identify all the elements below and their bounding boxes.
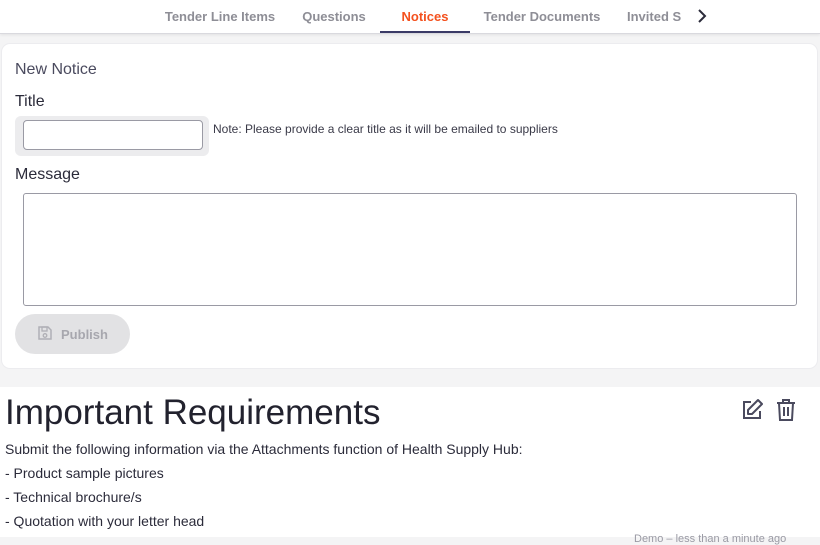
title-note: Note: Please provide a clear title as it… (213, 122, 558, 136)
new-notice-card: New Notice Title Note: Please provide a … (2, 44, 817, 368)
save-icon (37, 325, 53, 344)
chevron-right-icon[interactable] (691, 4, 713, 28)
publish-button[interactable]: Publish (15, 314, 130, 354)
publish-label: Publish (61, 326, 108, 342)
tab-tender-line-items[interactable]: Tender Line Items (155, 0, 285, 33)
notice-body: Submit the following information via the… (5, 437, 523, 533)
edit-icon[interactable] (739, 397, 765, 423)
title-label: Title (15, 93, 45, 110)
title-field-wrapper (15, 116, 209, 156)
title-input[interactable] (23, 120, 203, 150)
tab-bar: Tender Line Items Questions Notices Tend… (0, 0, 820, 34)
tab-invited-suppliers[interactable]: Invited S (627, 0, 689, 33)
notice-line: Submit the following information via the… (5, 441, 523, 457)
notice-meta: Demo – less than a minute ago (634, 533, 787, 545)
tab-notices[interactable]: Notices (380, 0, 470, 33)
tab-questions[interactable]: Questions (290, 0, 378, 33)
notice-line: - Quotation with your letter head (5, 513, 205, 529)
trash-icon[interactable] (773, 397, 799, 423)
notice-card: Important Requirements Submit the follow… (0, 387, 820, 545)
tab-tender-documents[interactable]: Tender Documents (474, 0, 610, 33)
notice-line: - Technical brochure/s (5, 489, 142, 505)
message-label: Message (15, 166, 80, 183)
message-textarea[interactable] (23, 193, 797, 306)
new-notice-heading: New Notice (15, 61, 97, 78)
notice-line: - Product sample pictures (5, 465, 164, 481)
notice-title: Important Requirements (5, 393, 381, 432)
